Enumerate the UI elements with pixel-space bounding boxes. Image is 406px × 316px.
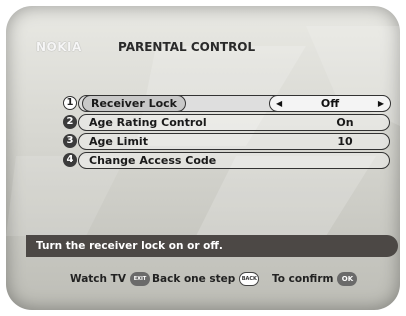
brand-logo: NOKIA <box>36 40 82 54</box>
menu-item-value: On <box>336 116 354 129</box>
tv-screen: NOKIA PARENTAL CONTROL 1 Receiver Lock ◀… <box>6 6 400 310</box>
confirm-label: To confirm <box>272 273 334 285</box>
menu-list: 1 Receiver Lock ◀ Off ▶ 2 Age Rating Con… <box>56 94 392 170</box>
menu-item-pill[interactable]: Age Limit 10 <box>78 133 390 150</box>
watch-tv-hint[interactable]: Watch TV EXIT <box>70 272 150 286</box>
back-label: Back one step <box>152 273 236 285</box>
confirm-hint[interactable]: To confirm OK <box>272 272 358 286</box>
menu-item-pill[interactable]: Age Rating Control On <box>78 114 390 131</box>
help-bar: Turn the receiver lock on or off. <box>26 235 398 257</box>
left-triangle-icon[interactable]: ◀ <box>276 96 282 111</box>
menu-item-age-rating-control[interactable]: 2 Age Rating Control On <box>56 113 392 131</box>
footer-hints: Watch TV EXIT Back one step BACK To conf… <box>6 270 400 290</box>
item-number-badge: 4 <box>63 153 77 167</box>
exit-key-icon[interactable]: EXIT <box>129 272 150 286</box>
menu-item-pill[interactable]: Change Access Code <box>78 152 390 169</box>
item-number-badge: 2 <box>63 115 77 129</box>
item-number-badge: 3 <box>63 134 77 148</box>
menu-item-pill[interactable]: Receiver Lock ◀ Off ▶ <box>78 95 391 112</box>
menu-item-age-limit[interactable]: 3 Age Limit 10 <box>56 132 392 150</box>
page-title: PARENTAL CONTROL <box>118 40 256 54</box>
menu-item-label: Age Rating Control <box>89 116 207 129</box>
ok-key-icon[interactable]: OK <box>337 272 358 286</box>
menu-item-label: Change Access Code <box>89 154 217 167</box>
back-hint[interactable]: Back one step BACK <box>152 272 260 286</box>
value-selector[interactable]: ◀ Off ▶ <box>269 95 391 112</box>
menu-item-label: Age Limit <box>89 135 148 148</box>
menu-item-value: 10 <box>337 135 353 148</box>
menu-item-receiver-lock[interactable]: 1 Receiver Lock ◀ Off ▶ <box>56 94 392 112</box>
back-key-icon[interactable]: BACK <box>239 272 260 286</box>
selector-value: Off <box>320 97 340 110</box>
menu-item-label: Receiver Lock <box>82 95 186 112</box>
menu-item-change-access-code[interactable]: 4 Change Access Code <box>56 151 392 169</box>
item-number-badge: 1 <box>63 96 77 110</box>
watch-tv-label: Watch TV <box>70 273 126 285</box>
right-triangle-icon[interactable]: ▶ <box>378 96 384 111</box>
